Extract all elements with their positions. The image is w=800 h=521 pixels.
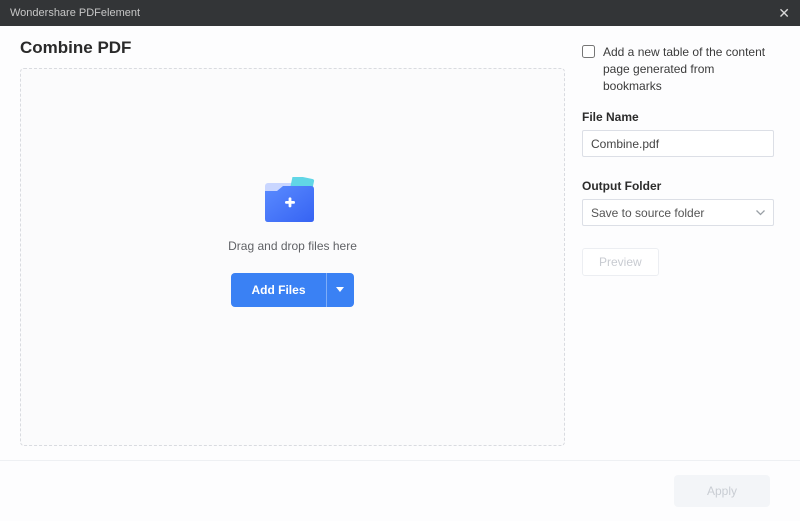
drop-zone[interactable]: Drag and drop files here Add Files — [20, 68, 565, 446]
app-title: Wondershare PDFelement — [10, 7, 140, 19]
add-files-button[interactable]: Add Files — [231, 273, 325, 307]
output-folder-label: Output Folder — [582, 179, 774, 193]
right-panel: Add a new table of the content page gene… — [570, 26, 800, 460]
preview-button[interactable]: Preview — [582, 248, 659, 276]
toc-checkbox-row[interactable]: Add a new table of the content page gene… — [582, 44, 774, 94]
left-panel: Combine PDF Drag and drop files here Add… — [0, 26, 570, 460]
titlebar: Wondershare PDFelement ✕ — [0, 0, 800, 26]
output-folder-select[interactable]: Save to source folder — [582, 199, 774, 226]
add-folder-icon — [263, 177, 323, 225]
filename-input[interactable] — [582, 130, 774, 157]
filename-label: File Name — [582, 110, 774, 124]
toc-checkbox-label: Add a new table of the content page gene… — [603, 44, 774, 94]
toc-checkbox[interactable] — [582, 45, 595, 58]
close-icon[interactable]: ✕ — [778, 6, 790, 20]
drop-hint: Drag and drop files here — [228, 239, 357, 253]
chevron-down-icon — [756, 210, 765, 216]
output-folder-value: Save to source folder — [591, 206, 704, 220]
add-files-group: Add Files — [231, 273, 353, 307]
chevron-down-icon — [336, 287, 344, 293]
apply-button[interactable]: Apply — [674, 475, 770, 507]
add-files-dropdown-button[interactable] — [326, 273, 354, 307]
page-title: Combine PDF — [20, 38, 570, 58]
footer: Apply — [0, 460, 800, 521]
content-area: Combine PDF Drag and drop files here Add… — [0, 26, 800, 460]
